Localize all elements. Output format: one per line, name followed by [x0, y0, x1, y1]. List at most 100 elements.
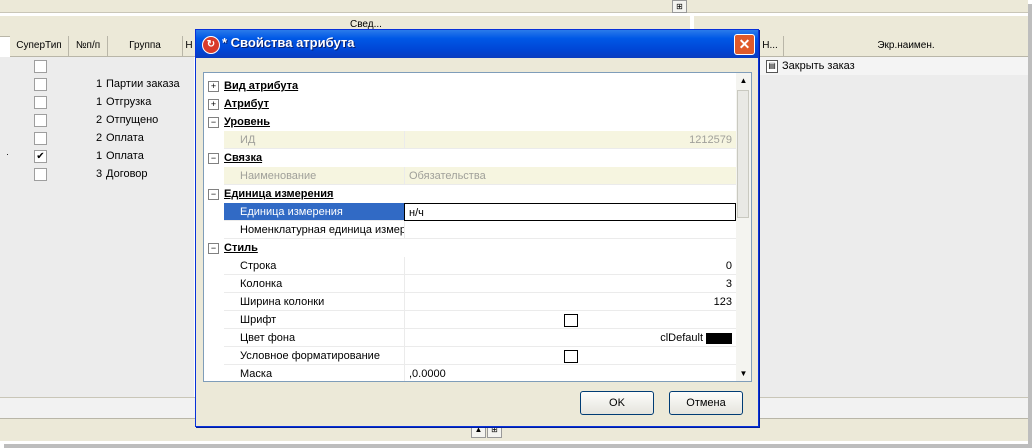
row-group: Партии заказа [106, 78, 180, 90]
splitter-handle-top-icon[interactable]: ⊞ [672, 0, 687, 13]
property-category[interactable]: − Связка [204, 149, 736, 167]
row-checkbox[interactable] [34, 60, 47, 73]
row-checkbox[interactable] [34, 168, 47, 181]
row-checkbox[interactable] [34, 78, 47, 91]
category-label: Единица измерения [224, 188, 334, 200]
collapse-icon[interactable]: − [208, 243, 219, 254]
property-category[interactable]: − Стиль [204, 239, 736, 257]
property-row[interactable]: Номенклатурная единица измер [204, 221, 736, 239]
property-name: Ширина колонки [224, 293, 404, 311]
property-category[interactable]: − Единица измерения [204, 185, 736, 203]
row-checkbox[interactable] [34, 132, 47, 145]
cancel-button[interactable]: Отмена [669, 391, 743, 415]
property-row[interactable]: Ширина колонки 123 [204, 293, 736, 311]
property-name: Наименование [224, 167, 404, 185]
property-value[interactable]: ,0.0000 [404, 365, 736, 381]
collapse-icon[interactable]: − [208, 153, 219, 164]
col-header-num[interactable]: №п/п [69, 36, 108, 57]
property-name: Единица измерения [224, 203, 404, 221]
scroll-up-icon[interactable]: ▲ [736, 73, 751, 88]
table-row[interactable]: 2 Отпущено [0, 111, 194, 129]
left-grid: 1 Партии заказа 1 Отгрузка 2 Отпущено 2 … [0, 57, 194, 397]
vertical-scrollbar[interactable]: ▲ ▼ [736, 73, 751, 381]
category-label: Стиль [224, 242, 258, 254]
property-value-text: Обязательства [409, 170, 486, 182]
attribute-properties-dialog: ↻ * Свойства атрибута ✕ + Вид атрибута + Ат… [195, 29, 759, 427]
scroll-down-icon[interactable]: ▼ [736, 366, 751, 381]
row-checkbox[interactable] [34, 114, 47, 127]
property-inspector: + Вид атрибута + Атрибут − Уровень ИД 1212579− С… [203, 72, 752, 382]
table-row[interactable]: · ✔ 1 Оплата [0, 147, 194, 165]
row-group: Отгрузка [106, 96, 152, 108]
property-value[interactable]: clDefault [404, 329, 736, 347]
col-header-n[interactable]: Н... [757, 36, 784, 57]
col-header-group[interactable]: Группа [108, 36, 183, 57]
property-value[interactable]: н/ч [404, 203, 736, 221]
close-button[interactable]: ✕ [734, 34, 755, 55]
property-row[interactable]: Цвет фона clDefault [204, 329, 736, 347]
property-value[interactable] [404, 221, 736, 239]
property-value[interactable]: 1212579 [404, 131, 736, 149]
dialog-titlebar[interactable]: ↻ * Свойства атрибута ✕ [196, 30, 758, 58]
property-value-text: ,0.0000 [409, 368, 446, 380]
property-row[interactable]: Строка 0 [204, 257, 736, 275]
table-row[interactable]: ▤ Закрыть заказ [756, 57, 1028, 75]
editor-document-icon[interactable] [563, 349, 578, 363]
property-row[interactable]: Единица измерения н/ч [204, 203, 736, 221]
col-header-supertype[interactable]: СуперТип [10, 36, 69, 57]
category-label: Атрибут [224, 98, 269, 110]
property-value[interactable]: Обязательства [404, 167, 736, 185]
property-row[interactable]: Шрифт [204, 311, 736, 329]
property-name: Строка [224, 257, 404, 275]
property-row[interactable]: Маска ,0.0000 [204, 365, 736, 381]
row-indicator-icon: · [6, 149, 9, 159]
table-row[interactable]: 2 Оплата [0, 129, 194, 147]
property-name: Маска [224, 365, 404, 381]
collapse-icon[interactable]: − [208, 189, 219, 200]
window-shadow [4, 444, 1032, 448]
document-icon: ▤ [766, 60, 778, 73]
col-header-screen-name[interactable]: Экр.наимен. [784, 36, 1029, 57]
property-category[interactable]: + Вид атрибута [204, 77, 736, 95]
property-row[interactable]: Условное форматирование [204, 347, 736, 365]
category-label: Связка [224, 152, 263, 164]
expand-icon[interactable]: + [208, 81, 219, 92]
property-value[interactable] [404, 347, 736, 365]
color-swatch-icon[interactable] [706, 332, 732, 344]
scroll-thumb[interactable] [737, 90, 749, 218]
property-value-text: 0 [725, 260, 732, 272]
property-category[interactable]: + Атрибут [204, 95, 736, 113]
property-value-text: 3 [725, 278, 732, 290]
table-row[interactable]: 3 Договор [0, 165, 194, 183]
collapse-icon[interactable]: − [208, 117, 219, 128]
row-checkbox[interactable] [34, 96, 47, 109]
editor-document-icon[interactable] [563, 313, 578, 327]
property-value[interactable]: 0 [404, 257, 736, 275]
expand-icon[interactable]: + [208, 99, 219, 110]
row-group: Отпущено [106, 114, 159, 126]
property-value-text: н/ч [409, 207, 424, 219]
property-value-text: 123 [713, 296, 732, 308]
property-name: Колонка [224, 275, 404, 293]
property-name: Номенклатурная единица измер [224, 221, 404, 239]
top-splitter[interactable] [0, 0, 1028, 13]
property-row[interactable]: Наименование Обязательства [204, 167, 736, 185]
property-value[interactable] [404, 311, 736, 329]
property-value[interactable]: 3 [404, 275, 736, 293]
property-category[interactable]: − Уровень [204, 113, 736, 131]
row-screen-name: Закрыть заказ [782, 60, 855, 72]
ok-button[interactable]: OK [580, 391, 654, 415]
property-name: Условное форматирование [224, 347, 404, 365]
property-value-text: 1212579 [689, 134, 732, 146]
row-num: 1 [96, 96, 103, 108]
row-num: 1 [96, 150, 103, 162]
property-value[interactable]: 123 [404, 293, 736, 311]
app-icon: ↻ [202, 36, 220, 54]
row-checkbox-checked[interactable]: ✔ [34, 150, 47, 163]
property-row[interactable]: Колонка 3 [204, 275, 736, 293]
table-row[interactable]: 1 Партии заказа [0, 75, 194, 93]
property-name: Шрифт [224, 311, 404, 329]
property-row[interactable]: ИД 1212579 [204, 131, 736, 149]
row-num: 3 [96, 168, 103, 180]
table-row[interactable]: 1 Отгрузка [0, 93, 194, 111]
